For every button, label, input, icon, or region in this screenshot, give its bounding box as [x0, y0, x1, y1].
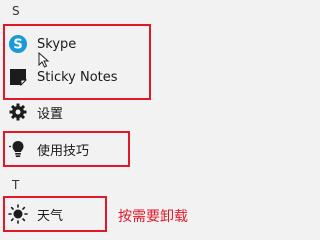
- app-label-sticky-notes: Sticky Notes: [37, 69, 118, 85]
- app-label-tips: 使用技巧: [37, 143, 90, 159]
- app-item-sticky-notes[interactable]: Sticky Notes: [8, 63, 118, 91]
- app-label-settings: 设置: [37, 106, 64, 122]
- uninstall-annotation: 按需要卸载: [118, 209, 188, 225]
- skype-icon: S: [8, 34, 28, 54]
- app-item-settings[interactable]: 设置: [8, 98, 63, 126]
- app-label-skype: Skype: [37, 36, 77, 52]
- lightbulb-icon: [8, 139, 28, 159]
- svg-text:S: S: [13, 38, 22, 53]
- gear-icon: [8, 102, 28, 122]
- app-item-weather[interactable]: 天气: [8, 200, 63, 228]
- sun-icon: [8, 204, 28, 224]
- sticky-notes-icon: [8, 67, 28, 87]
- app-item-tips[interactable]: 使用技巧: [8, 135, 89, 163]
- group-header-s[interactable]: S: [12, 4, 20, 18]
- app-label-weather: 天气: [37, 208, 64, 224]
- group-header-t[interactable]: T: [12, 178, 19, 192]
